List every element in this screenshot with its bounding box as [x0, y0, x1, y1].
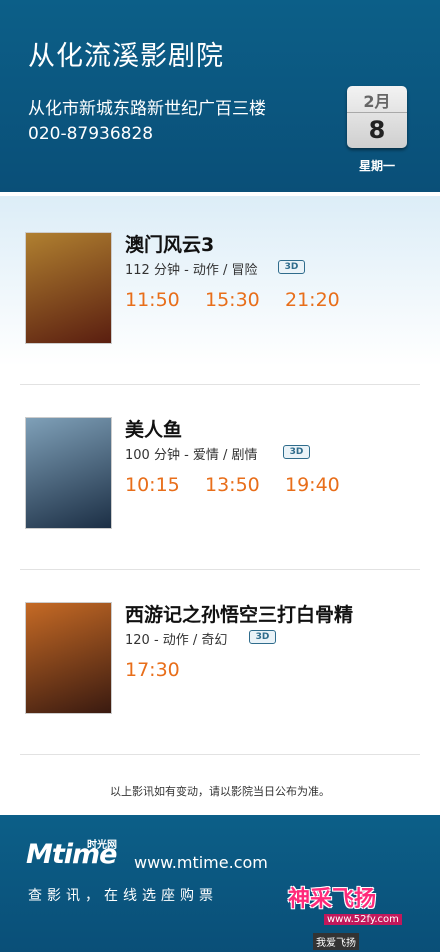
footer: Mtime 时光网 www.mtime.com 查影讯，在线选座购票 神采飞扬 … — [0, 815, 440, 952]
movie-item[interactable]: 澳门风云3 112 分钟 - 动作 / 冒险 3D 11:50 15:30 21… — [0, 196, 440, 381]
movie-title[interactable]: 澳门风云3 — [125, 230, 214, 257]
divider — [20, 754, 420, 755]
watermark-url: www.52fy.com — [324, 914, 402, 925]
calendar-month: 2月 — [363, 92, 391, 111]
3d-badge: 3D — [249, 630, 276, 644]
3d-badge: 3D — [278, 260, 305, 274]
movie-item[interactable]: 美人鱼 100 分钟 - 爱情 / 剧情 3D 10:15 13:50 19:4… — [0, 381, 440, 566]
showtime-button[interactable]: 15:30 — [205, 289, 260, 311]
showtime-button[interactable]: 10:15 — [125, 474, 180, 496]
3d-badge: 3D — [283, 445, 310, 459]
movie-title[interactable]: 美人鱼 — [125, 415, 182, 442]
cinema-name: 从化流溪影剧院 — [28, 41, 224, 72]
movie-item[interactable]: 西游记之孙悟空三打白骨精 120 - 动作 / 奇幻 3D 17:30 — [0, 566, 440, 751]
movie-title[interactable]: 西游记之孙悟空三打白骨精 — [125, 600, 353, 627]
scallop-edge-bottom — [0, 807, 440, 819]
movie-poster[interactable] — [25, 602, 112, 714]
showtime-button[interactable]: 21:20 — [285, 289, 340, 311]
weekday-label: 星期一 — [358, 159, 395, 173]
mtime-logo-cn: 时光网 — [87, 840, 117, 851]
showtime-button[interactable]: 13:50 — [205, 474, 260, 496]
calendar-icon: 2月 8 — [347, 86, 407, 148]
movie-info: 112 分钟 - 动作 / 冒险 — [125, 263, 258, 278]
showtime-button[interactable]: 17:30 — [125, 659, 180, 681]
schedule-notice: 以上影讯如有变动，请以影院当日公布为准。 — [110, 785, 330, 798]
showtime-button[interactable]: 11:50 — [125, 289, 180, 311]
calendar-divider — [347, 112, 407, 113]
cinema-phone[interactable]: 020-87936828 — [28, 124, 153, 144]
movie-poster[interactable] — [25, 232, 112, 344]
calendar-day: 8 — [368, 116, 386, 144]
movie-info: 100 分钟 - 爱情 / 剧情 — [125, 448, 258, 463]
watermark-logo: 神采飞扬 — [288, 887, 377, 912]
movie-poster[interactable] — [25, 417, 112, 529]
cinema-address: 从化市新城东路新世纪广百三楼 — [28, 99, 266, 119]
watermark-subtitle: 我爱飞扬 — [313, 933, 359, 950]
cinema-header: 从化流溪影剧院 从化市新城东路新世纪广百三楼 020-87936828 2月 8… — [0, 0, 440, 192]
footer-slogan: 查影讯，在线选座购票 — [28, 888, 218, 904]
showtime-button[interactable]: 19:40 — [285, 474, 340, 496]
site-url[interactable]: www.mtime.com — [134, 853, 268, 872]
movie-info: 120 - 动作 / 奇幻 — [125, 633, 228, 648]
